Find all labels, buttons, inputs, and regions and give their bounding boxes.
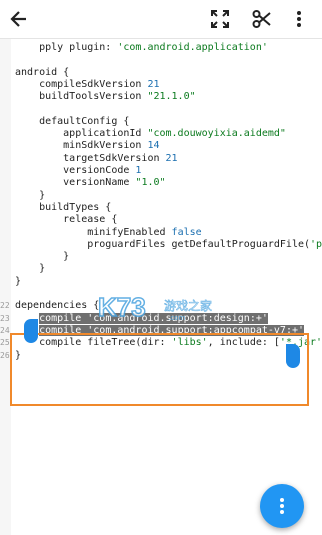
more-vertical-icon (280, 498, 284, 514)
arrow-left-icon (10, 11, 26, 27)
editor-toolbar (0, 0, 322, 39)
fullscreen-button[interactable] (205, 4, 235, 34)
code-editor[interactable]: pply plugin: 'com.android.application' an… (0, 39, 322, 535)
selection-end-handle[interactable] (286, 344, 300, 368)
watermark-logo: K73 游戏之家 .com (96, 291, 236, 323)
back-button[interactable] (4, 4, 34, 34)
cut-button[interactable] (247, 4, 277, 34)
svg-text:.com: .com (168, 314, 185, 322)
scissors-icon (252, 10, 271, 28)
overflow-menu-button[interactable] (284, 4, 314, 34)
more-vertical-icon (297, 11, 301, 27)
more-actions-fab[interactable] (260, 484, 304, 528)
fullscreen-icon (211, 10, 229, 28)
selection-start-handle[interactable] (24, 319, 38, 343)
svg-text:游戏之家: 游戏之家 (164, 298, 212, 313)
highlight-box (10, 333, 309, 406)
svg-text:K73: K73 (98, 292, 146, 322)
line-number: 26 (0, 350, 10, 360)
